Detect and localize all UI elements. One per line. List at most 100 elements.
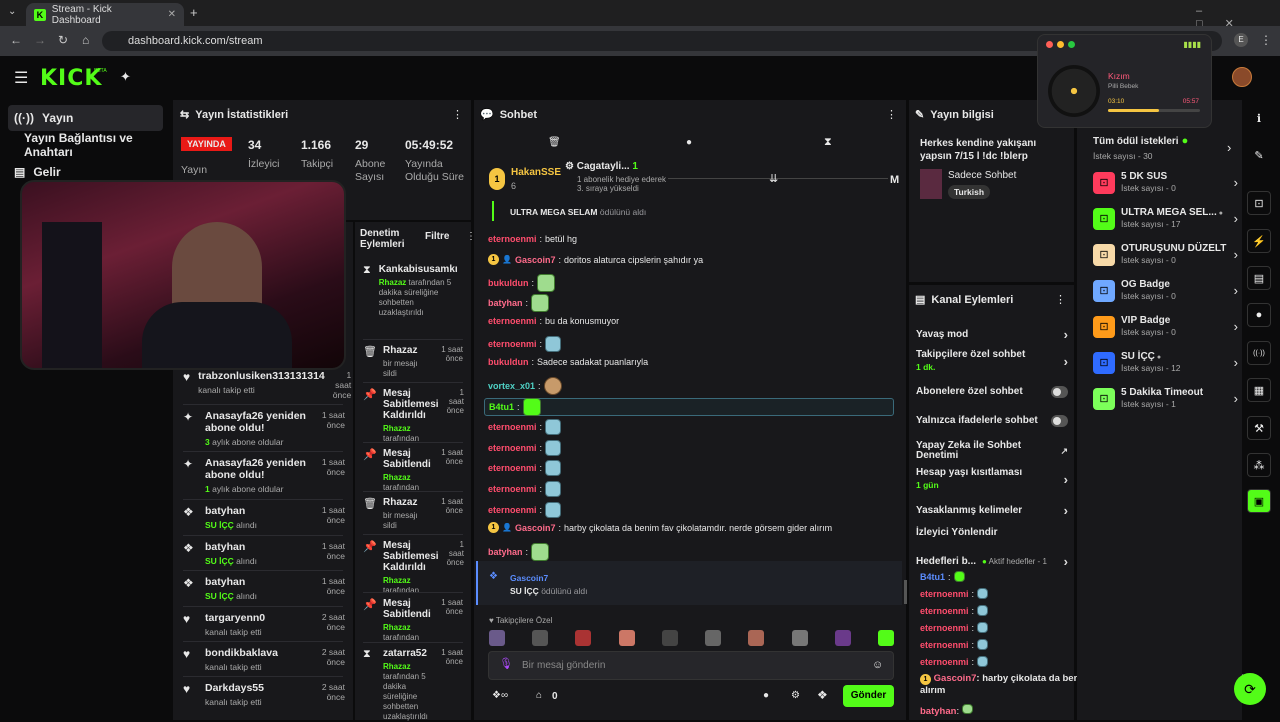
chat-username[interactable]: eternoenmi: [488, 484, 537, 494]
category-name[interactable]: Sadece Sohbet: [948, 170, 1016, 181]
goals-row[interactable]: Hedefleri b... ● Aktif hedefler - 1 ›: [916, 554, 1068, 569]
reward-item[interactable]: ⊡ ULTRA MEGA SEL... ● İstek sayısı - 17 ›: [1093, 207, 1238, 230]
chat-username[interactable]: eternoenmi: [488, 505, 537, 515]
chat-username[interactable]: eternoenmi: [920, 589, 969, 599]
chat-username[interactable]: Gascoin7: [515, 255, 556, 265]
chat-username[interactable]: eternoenmi: [488, 422, 537, 432]
song-progress-track[interactable]: [1108, 109, 1200, 112]
emote-option[interactable]: [791, 630, 808, 646]
store-icon[interactable]: ⌂: [536, 690, 542, 701]
user-avatar[interactable]: [1232, 67, 1252, 87]
top-gifter[interactable]: HakanSSE: [511, 167, 561, 178]
chat-username[interactable]: Gascoin7: [515, 523, 556, 533]
chat-username[interactable]: eternoenmi: [488, 443, 537, 453]
chat-username[interactable]: B4tu1: [489, 402, 514, 412]
chat-bubble-icon[interactable]: ●: [686, 137, 692, 148]
profile-avatar[interactable]: E: [1234, 33, 1248, 47]
browser-menu-icon[interactable]: ⋮: [1260, 33, 1272, 47]
chat-username[interactable]: eternoenmi: [920, 640, 969, 650]
reward-item[interactable]: ⊡ VIP Badge İstek sayısı - 0 ›: [1093, 315, 1238, 338]
forward-icon[interactable]: →: [34, 33, 46, 47]
channel-action-row[interactable]: Yapay Zeka ile Sohbet Denetimi ↗: [916, 441, 1068, 461]
channel-action-row[interactable]: İzleyici Yönlendir: [916, 528, 1068, 538]
scan-icon[interactable]: ⊡: [1247, 191, 1271, 215]
emoji-icon[interactable]: ☺: [872, 659, 883, 671]
channel-action-row[interactable]: Hesap yaşı kısıtlaması 1 gün ›: [916, 468, 1068, 491]
toggle-switch[interactable]: [1051, 415, 1068, 427]
chat-trash-icon[interactable]: 🗑: [548, 137, 561, 148]
chat-username[interactable]: vortex_x01: [488, 381, 535, 391]
send-button[interactable]: Gönder: [843, 685, 894, 707]
layout-icon[interactable]: ▦: [1247, 378, 1271, 402]
toggle-switch[interactable]: [1051, 386, 1068, 398]
channel-action-row[interactable]: Takipçilere özel sohbet 1 dk. ›: [916, 350, 1068, 373]
tab-list-icon[interactable]: ⌄: [8, 6, 16, 17]
chat-username[interactable]: batyhan: [488, 298, 523, 308]
sidebar-item-stream[interactable]: ((·)) Yayın: [8, 105, 163, 131]
redeem-card-user[interactable]: Gascoin7: [510, 573, 548, 583]
collapse-icon[interactable]: ⇊: [769, 172, 778, 185]
browser-tab[interactable]: K Stream - Kick Dashboard ✕: [26, 3, 184, 26]
broadcast-icon[interactable]: ((·)): [1247, 341, 1271, 365]
points-icon[interactable]: ❖∞: [492, 690, 508, 701]
back-icon[interactable]: ←: [10, 33, 22, 47]
chat-scrollbar[interactable]: [904, 580, 907, 604]
chat-username[interactable]: batyhan: [488, 547, 523, 557]
chat-timer-icon[interactable]: ⧗: [824, 136, 832, 149]
chat-settings-bubble-icon[interactable]: ●: [763, 690, 769, 701]
emote-option[interactable]: [532, 630, 549, 646]
hamburger-icon[interactable]: ☰: [14, 68, 28, 88]
emote-picker-icon[interactable]: ❖: [817, 688, 828, 702]
support-bubble-icon[interactable]: ⟳: [1234, 673, 1266, 705]
channel-action-row[interactable]: Yalnızca ifadelerle sohbet: [916, 415, 1068, 427]
chat-icon[interactable]: ●: [1247, 303, 1271, 327]
home-icon[interactable]: ⌂: [82, 33, 89, 47]
info-icon[interactable]: ℹ: [1247, 106, 1271, 130]
rewards-all[interactable]: Tüm ödül istekleri ● İstek sayısı - 30: [1093, 135, 1238, 161]
nodes-icon[interactable]: ⁂: [1247, 453, 1271, 477]
emote-option[interactable]: [618, 630, 635, 646]
emote-option[interactable]: [748, 630, 765, 646]
new-tab-icon[interactable]: +: [190, 5, 198, 20]
channel-actions-menu-icon[interactable]: ⋮: [1055, 293, 1066, 306]
tab-close-icon[interactable]: ✕: [168, 9, 176, 20]
chat-username[interactable]: eternoenmi: [488, 463, 537, 473]
chat-username[interactable]: eternoenmi: [488, 316, 537, 326]
channel-action-row[interactable]: Yavaş mod ›: [916, 327, 1068, 342]
emote-option[interactable]: [661, 630, 678, 646]
chat-username[interactable]: bukuldun: [488, 357, 529, 367]
chat-username[interactable]: B4tu1: [920, 572, 945, 582]
reward-item[interactable]: ⊡ OTURUŞUNU DÜZELT İstek sayısı - 0 ›: [1093, 243, 1238, 266]
reload-icon[interactable]: ↻: [58, 33, 68, 47]
chat-username[interactable]: eternoenmi: [488, 234, 537, 244]
emote-option[interactable]: [489, 630, 505, 646]
emote-option[interactable]: [575, 630, 592, 646]
chat-username[interactable]: eternoenmi: [488, 339, 537, 349]
moderation-filter-button[interactable]: Filtre: [425, 231, 449, 242]
pencil-icon[interactable]: ✎: [1247, 143, 1271, 167]
chat-username[interactable]: eternoenmi: [920, 657, 969, 667]
tools-icon[interactable]: ✦: [120, 69, 131, 85]
emote-option[interactable]: [877, 630, 894, 646]
mic-icon[interactable]: 🎙: [499, 657, 513, 670]
chevron-right-icon[interactable]: ›: [1227, 140, 1231, 155]
sidebar-item-stream-key[interactable]: Yayın Bağlantısı ve Anahtarı: [18, 131, 173, 159]
emote-option[interactable]: [834, 630, 851, 646]
bolt-icon[interactable]: ⚡: [1247, 229, 1271, 253]
notes-icon[interactable]: ▤: [1247, 266, 1271, 290]
chat-menu-icon[interactable]: ⋮: [886, 108, 897, 121]
stats-menu-icon[interactable]: ⋮: [452, 108, 463, 121]
emote-option[interactable]: [705, 630, 722, 646]
chat-username[interactable]: eternoenmi: [920, 623, 969, 633]
channel-action-row[interactable]: Yasaklanmış kelimeler ›: [916, 503, 1068, 518]
channel-action-row[interactable]: Abonelere özel sohbet: [916, 386, 1068, 398]
kick-game-icon[interactable]: ▣: [1247, 489, 1271, 513]
chat-username[interactable]: eternoenmi: [920, 606, 969, 616]
reward-item[interactable]: ⊡ 5 DK SUS İstek sayısı - 0 ›: [1093, 171, 1238, 194]
reward-item[interactable]: ⊡ OG Badge İstek sayısı - 0 ›: [1093, 279, 1238, 302]
wrench-icon[interactable]: ⚒: [1247, 416, 1271, 440]
reward-item[interactable]: ⊡ SU İÇÇ ● İstek sayısı - 12 ›: [1093, 351, 1238, 374]
second-gifter[interactable]: ⚙ Cagatayli... 1: [565, 161, 638, 172]
gear-icon[interactable]: ⚙: [791, 690, 800, 701]
chat-username[interactable]: bukuldun: [488, 278, 529, 288]
